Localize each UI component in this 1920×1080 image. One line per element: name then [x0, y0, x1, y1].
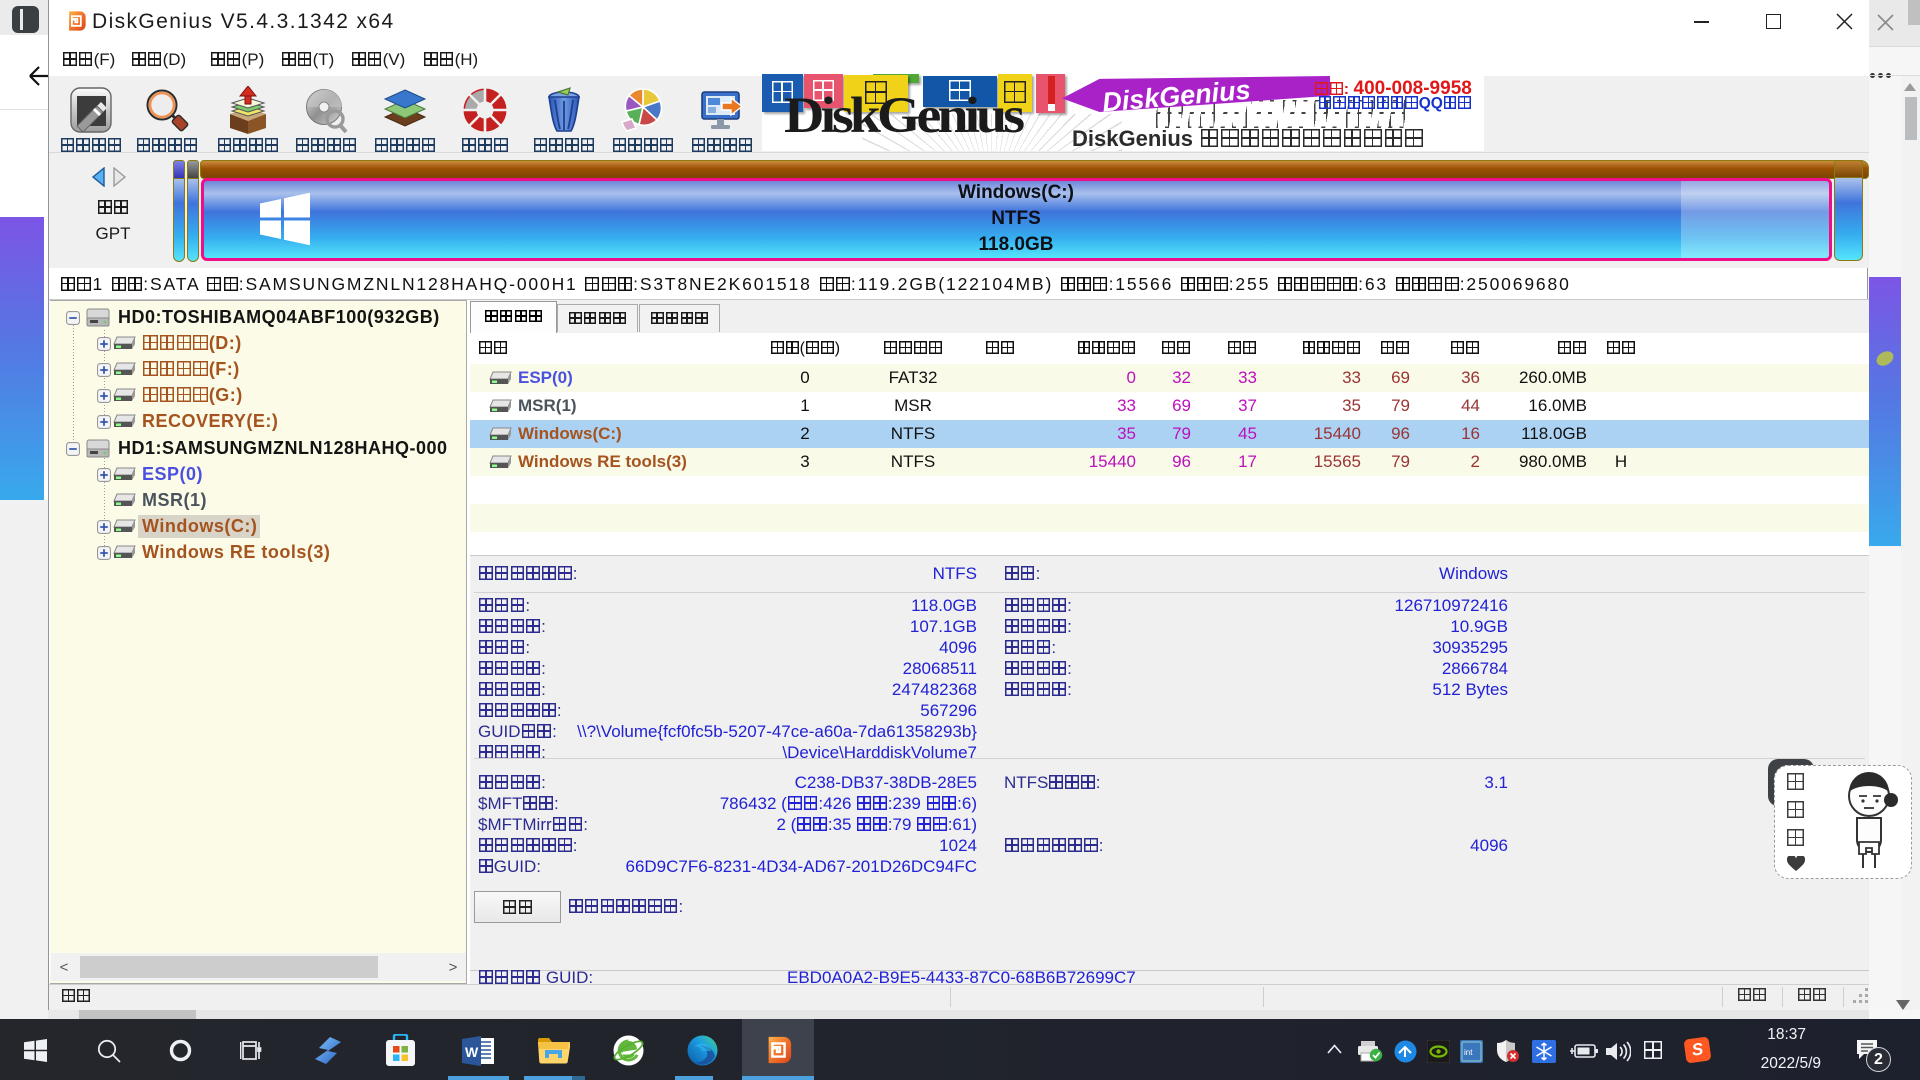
svg-text:int: int — [1464, 1048, 1473, 1057]
svg-text:W: W — [465, 1044, 479, 1060]
